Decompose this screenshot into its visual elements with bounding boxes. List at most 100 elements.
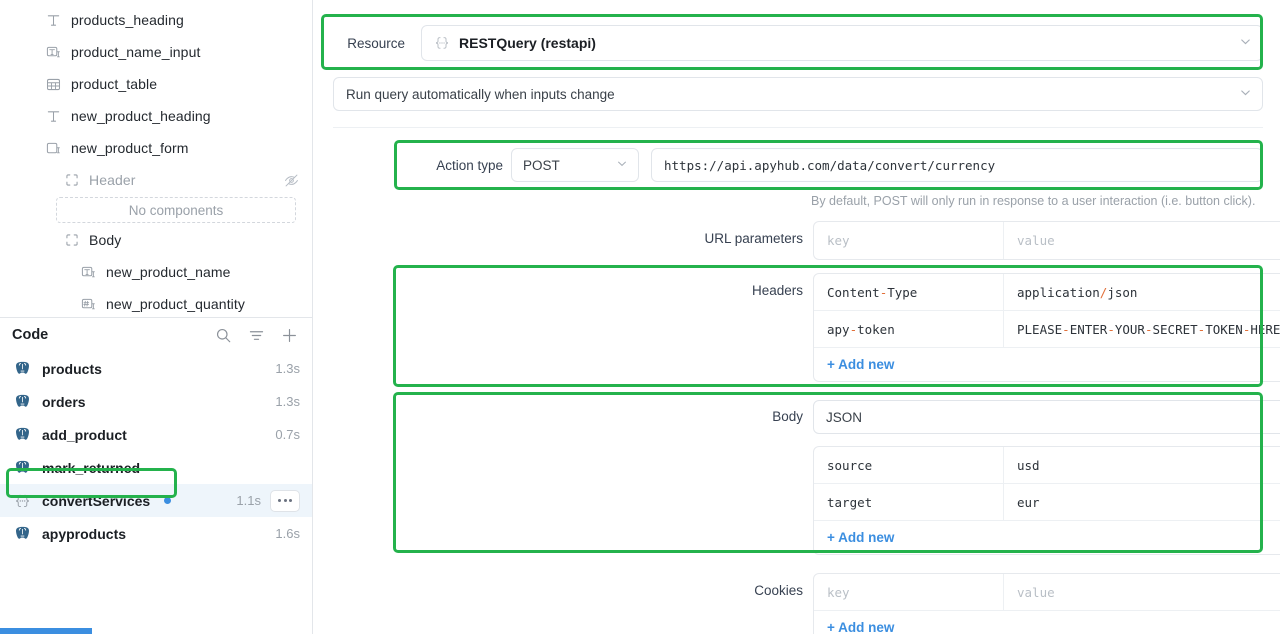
body-key-input[interactable]: target	[814, 484, 1004, 520]
chevron-down-icon	[1239, 35, 1252, 51]
code-item-runtime: 1.3s	[275, 394, 300, 409]
run-mode-value: Run query automatically when inputs chan…	[346, 86, 615, 102]
tree-item-label: products_heading	[71, 12, 184, 28]
action-type-value: POST	[523, 157, 560, 173]
resource-row: Resource RESTQuery (restapi)	[333, 25, 1263, 61]
url-param-value-input[interactable]: value	[1004, 222, 1280, 259]
cookie-key-input[interactable]: key	[814, 574, 1004, 610]
body-value-input[interactable]: eur	[1004, 484, 1280, 520]
table-row: target eur	[814, 484, 1280, 521]
search-icon[interactable]	[214, 326, 232, 344]
text-input-icon	[80, 264, 97, 281]
restapi-icon	[433, 35, 450, 52]
left-sidebar: products_heading product_name_input prod…	[0, 0, 313, 634]
code-item-apyproducts[interactable]: apyproducts 1.6s	[0, 517, 312, 550]
body-value-input[interactable]: usd	[1004, 447, 1280, 483]
body-key-input[interactable]: source	[814, 447, 1004, 483]
eye-off-icon[interactable]	[283, 172, 300, 189]
header-value-input[interactable]: application / json	[1004, 274, 1280, 310]
text-input-icon	[45, 44, 62, 61]
tree-item-label: Body	[89, 232, 122, 248]
cookie-value-input[interactable]: value	[1004, 574, 1280, 610]
tree-item-new-product-heading[interactable]: new_product_heading	[0, 100, 312, 132]
code-panel: Code products 1.3s orders 1.3s add_produ…	[0, 318, 312, 550]
no-components-placeholder: No components	[56, 197, 296, 223]
table-icon	[45, 76, 62, 93]
header-key-input[interactable]: apy - token	[814, 311, 1004, 347]
table-row: apy - token PLEASE - ENTER - YOUR - SECRET - TOKEN…	[814, 311, 1280, 348]
filter-icon[interactable]	[247, 326, 265, 344]
code-panel-header: Code	[0, 318, 312, 352]
tree-item-label: new_product_name	[106, 264, 231, 280]
headers-add-new-button[interactable]: + Add new	[814, 348, 1280, 381]
horizontal-scrollbar[interactable]	[0, 628, 92, 634]
header-key-input[interactable]: Content - Type	[814, 274, 1004, 310]
tree-item-body[interactable]: Body	[0, 224, 312, 256]
app-root: products_heading product_name_input prod…	[0, 0, 1280, 634]
table-row: key value	[814, 222, 1280, 259]
tree-item-label: new_product_heading	[71, 108, 211, 124]
code-item-label: apyproducts	[42, 525, 127, 542]
code-item-label: convertServices	[42, 492, 151, 509]
url-parameters-label: URL parameters	[704, 231, 803, 246]
url-parameters-row: URL parameters key value	[643, 221, 1280, 260]
code-item-products[interactable]: products 1.3s	[0, 352, 312, 385]
component-tree: products_heading product_name_input prod…	[0, 0, 312, 317]
code-item-orders[interactable]: orders 1.3s	[0, 385, 312, 418]
restapi-icon	[14, 492, 31, 509]
code-panel-title: Code	[12, 327, 49, 343]
code-item-runtime: 1.3s	[275, 361, 300, 376]
resource-value: RESTQuery (restapi)	[459, 35, 596, 51]
body-format-select[interactable]: JSON	[813, 400, 1280, 434]
tree-item-product-table[interactable]: product_table	[0, 68, 312, 100]
table-row: key value	[814, 574, 1280, 611]
code-item-runtime: 1.6s	[275, 526, 300, 541]
headers-row: Headers Content - Type application / json ap…	[643, 273, 1280, 382]
tree-item-label: new_product_quantity	[106, 296, 245, 312]
url-value: https://api.apyhub.com/data/convert/curr…	[664, 157, 996, 173]
url-input[interactable]: https://api.apyhub.com/data/convert/curr…	[651, 148, 1263, 182]
code-item-add-product[interactable]: add_product 0.7s	[0, 418, 312, 451]
table-row: Content - Type application / json	[814, 274, 1280, 311]
tree-item-header[interactable]: Header	[0, 164, 312, 196]
resource-label: Resource	[347, 35, 405, 51]
action-type-label: Action type	[436, 157, 503, 173]
run-mode-select[interactable]: Run query automatically when inputs chan…	[333, 77, 1263, 111]
code-item-label: orders	[42, 393, 86, 410]
chevron-down-icon	[1239, 86, 1252, 102]
action-type-select[interactable]: POST	[511, 148, 639, 182]
kebab-menu-button[interactable]	[270, 489, 300, 512]
cookies-add-new-button[interactable]: + Add new	[814, 611, 1280, 634]
tree-item-new-product-form[interactable]: new_product_form	[0, 132, 312, 164]
number-input-icon	[80, 296, 97, 313]
header-value-input[interactable]: PLEASE - ENTER - YOUR - SECRET - TOKEN - HERE	[1004, 311, 1280, 347]
url-param-key-input[interactable]: key	[814, 222, 1004, 259]
body-add-new-button[interactable]: + Add new	[814, 521, 1280, 554]
postgres-icon	[14, 426, 31, 443]
action-type-row: Action type POST https://api.apyhub.com/…	[405, 148, 1263, 182]
postgres-icon	[14, 525, 31, 542]
tree-item-label: product_name_input	[71, 44, 201, 60]
headers-table: Content - Type application / json apy - token …	[813, 273, 1280, 382]
code-item-runtime: 1.1s	[236, 493, 261, 508]
code-item-convertservices[interactable]: convertServices 1.1s	[0, 484, 312, 517]
code-item-label: products	[42, 360, 102, 377]
tree-item-products-heading[interactable]: products_heading	[0, 4, 312, 36]
tree-item-new-product-name[interactable]: new_product_name	[0, 256, 312, 288]
table-row: source usd	[814, 447, 1280, 484]
tree-item-new-product-quantity[interactable]: new_product_quantity	[0, 288, 312, 317]
code-item-label: add_product	[42, 426, 127, 443]
tree-item-product-name-input[interactable]: product_name_input	[0, 36, 312, 68]
container-icon	[63, 232, 80, 249]
text-icon	[45, 12, 62, 29]
action-type-hint: By default, POST will only run in respon…	[811, 194, 1256, 208]
code-item-mark-returned[interactable]: mark_returned	[0, 451, 312, 484]
container-icon	[63, 172, 80, 189]
tree-item-label: product_table	[71, 76, 158, 92]
postgres-icon	[14, 459, 31, 476]
body-table: source usd target eur + Add new	[813, 446, 1280, 555]
resource-select[interactable]: RESTQuery (restapi)	[421, 25, 1263, 61]
postgres-icon	[14, 360, 31, 377]
chevron-down-icon	[616, 158, 628, 173]
plus-icon[interactable]	[280, 326, 298, 344]
